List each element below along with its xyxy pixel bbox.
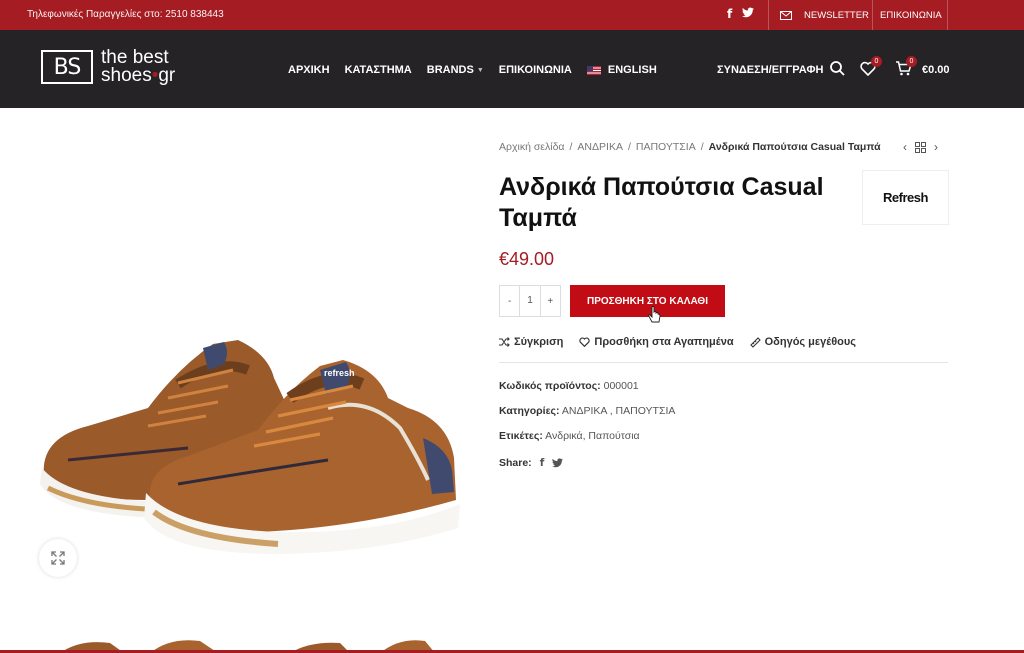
qty-input[interactable]: 1 [519,286,541,316]
logo-text: the best shoes•gr [101,48,176,86]
expand-icon [51,551,65,565]
phone-orders-text: Τηλεφωνικές Παραγγελίες στο: 2510 838443 [27,9,224,20]
social-links: f [727,7,755,21]
nav-item-home[interactable]: ΑΡΧΙΚΗ [288,64,330,76]
next-product-icon[interactable]: › [934,140,938,154]
tags-label: Ετικέτες: [499,430,543,442]
sku-label: Κωδικός προϊόντος: [499,380,601,392]
search-icon [830,61,845,76]
breadcrumb-separator: / [569,141,573,153]
qty-minus-button[interactable]: - [500,296,519,307]
sku-value: 000001 [603,380,639,392]
nav-label: BRANDS [426,64,474,76]
cart-button[interactable]: 0 [895,56,917,81]
mouse-pointer-icon [648,306,661,323]
breadcrumb-men[interactable]: ΑΝΔΡΙΚΑ [577,141,623,153]
wishlist-count-badge: 0 [871,56,882,67]
cart-count-badge: 0 [906,56,917,67]
heart-icon [579,337,591,347]
divider [499,362,948,363]
shoe-logo-text: refresh [324,368,355,378]
search-button[interactable] [830,61,845,81]
nav-item-brands[interactable]: BRANDS ▼ [427,64,484,76]
divider [768,0,769,30]
size-guide-label: Οδηγός μεγέθους [764,336,857,348]
qty-plus-button[interactable]: + [541,296,560,307]
top-bar: Τηλεφωνικές Παραγγελίες στο: 2510 838443… [0,0,1024,30]
product-title: Ανδρικά Παπούτσια Casual Ταμπά [499,173,824,232]
share-label: Share: [499,457,532,469]
breadcrumb-separator: / [627,141,631,153]
newsletter-label: NEWSLETTER [804,9,869,21]
categories-value[interactable]: ΑΝΔΡΙΚΑ , ΠΑΠΟΥΤΣΙΑ [562,405,676,417]
breadcrumb: Αρχική σελίδα / ΑΝΔΡΙΚΑ / ΠΑΠΟΥΤΣΙΑ / Αν… [499,141,881,153]
nav-label: ΑΡΧΙΚΗ [288,64,330,76]
wishlist-button[interactable]: 0 [860,56,882,81]
nav-label: ΕΠΙΚΟΙΝΩΝΙΑ [498,64,572,76]
breadcrumb-current: Ανδρικά Παπούτσια Casual Ταμπά [708,141,881,153]
logo-line-2: shoes•gr [101,65,176,86]
share-row: Share: f [499,457,564,469]
shoe-image: refresh [40,340,460,554]
product-navigation: ‹ › [903,140,938,154]
logo-word-gr: gr [158,65,176,86]
nav-label: ENGLISH [607,64,657,76]
prev-product-icon[interactable]: ‹ [903,140,907,154]
facebook-icon[interactable]: f [540,457,545,469]
size-guide-link[interactable]: Οδηγός μεγέθους [749,336,857,348]
contact-link[interactable]: ΕΠΙΚΟΙΝΩΝΙΑ [880,10,942,21]
grid-icon[interactable] [915,142,926,153]
shuffle-icon [499,337,510,347]
add-to-wishlist-link[interactable]: Προσθήκη στα Αγαπημένα [579,336,734,348]
chevron-down-icon: ▼ [476,66,484,74]
cart-total[interactable]: €0.00 [922,64,950,76]
tags-value[interactable]: Ανδρικά, Παπούτσια [545,430,639,442]
breadcrumb-home[interactable]: Αρχική σελίδα [499,141,565,153]
nav-label: ΚΑΤΑΣΤΗΜΑ [344,64,412,76]
facebook-icon[interactable]: f [727,7,732,21]
nav-item-shop[interactable]: ΚΑΤΑΣΤΗΜΑ [345,64,412,76]
twitter-icon[interactable] [552,458,564,468]
nav-item-english[interactable]: ENGLISH [586,64,657,76]
brand-logo[interactable]: Refresh [862,170,949,225]
nav-item-contact[interactable]: ΕΠΙΚΟΙΝΩΝΙΑ [499,64,572,76]
logo-word-shoes: shoes [101,65,152,86]
divider [872,0,873,30]
login-register-link[interactable]: ΣΥΝΔΕΣΗ/ΕΓΓΡΑΦΗ [717,64,823,76]
categories-row: Κατηγορίες: ΑΝΔΡΙΚΑ , ΠΑΠΟΥΤΣΙΑ [499,405,675,417]
ruler-icon [749,336,761,348]
sku-row: Κωδικός προϊόντος: 000001 [499,380,639,392]
breadcrumb-separator: / [700,141,704,153]
wishlist-label: Προσθήκη στα Αγαπημένα [594,336,734,348]
product-price: €49.00 [499,249,555,269]
logo-mark: BS [41,50,93,84]
tags-row: Ετικέτες: Ανδρικά, Παπούτσια [499,430,640,442]
site-logo[interactable]: BS the best shoes•gr [41,48,176,86]
newsletter-link[interactable]: NEWSLETTER [780,0,869,30]
divider [947,0,948,30]
compare-link[interactable]: Σύγκριση [499,336,563,348]
main-nav: ΑΡΧΙΚΗ ΚΑΤΑΣΤΗΜΑ BRANDS ▼ ΕΠΙΚΟΙΝΩΝΙΑ ENG… [288,64,657,76]
product-image[interactable]: refresh [28,108,478,628]
twitter-icon[interactable] [742,7,755,21]
quantity-stepper: - 1 + [499,285,561,317]
main-header: BS the best shoes•gr ΑΡΧΙΚΗ ΚΑΤΑΣΤΗΜΑ BR… [0,30,1024,108]
categories-label: Κατηγορίες: [499,405,560,417]
compare-label: Σύγκριση [514,336,564,348]
envelope-icon [780,10,792,20]
product-actions: Σύγκριση Προσθήκη στα Αγαπημένα Οδηγός μ… [499,336,856,348]
zoom-button[interactable] [39,539,77,577]
breadcrumb-shoes[interactable]: ΠΑΠΟΥΤΣΙΑ [636,141,696,153]
us-flag-icon [586,65,601,75]
